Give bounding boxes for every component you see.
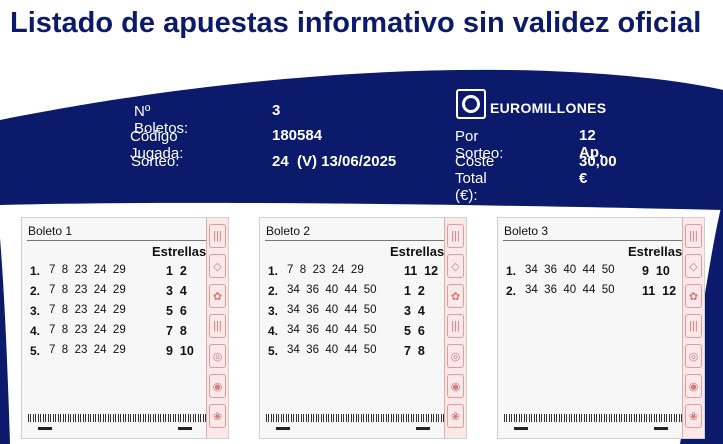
bet-stars: 9 10	[642, 264, 670, 278]
bet-number: 2.	[268, 284, 279, 298]
ticket-side-strip: ||| ◇ ✿ ||| ◎ ◉ ❀	[682, 218, 704, 438]
lines-icon: |||	[447, 224, 464, 248]
barcode-mark	[654, 427, 668, 430]
ticket-label: Boleto 2	[266, 224, 311, 238]
sorteo-label: Sorteo:	[131, 153, 180, 170]
stars-header: Estrellas	[390, 244, 445, 259]
codigo-value: 180584	[272, 127, 323, 144]
bet-stars: 11 12	[642, 284, 677, 298]
ball-icon: ◉	[447, 374, 464, 398]
bet-numbers: 7 8 23 24 29	[49, 324, 126, 336]
coste-label: Coste Total (€):	[455, 153, 495, 204]
bet-numbers: 7 8 23 24 29	[49, 264, 126, 276]
brand-name: EUROMILLONES	[490, 100, 607, 116]
clover-icon: ✿	[447, 284, 464, 308]
divider	[27, 240, 207, 241]
bet-numbers: 7 8 23 24 29	[49, 344, 126, 356]
flower-icon: ❀	[209, 404, 226, 428]
bet-stars: 1 2	[404, 284, 425, 298]
bet-number: 3.	[268, 304, 279, 318]
bet-number: 5.	[268, 344, 279, 358]
bet-number: 1.	[506, 264, 517, 278]
circle-icon: ◎	[685, 344, 702, 368]
bet-stars: 5 6	[166, 304, 187, 318]
clover-icon: ✿	[685, 284, 702, 308]
bet-number: 1.	[268, 264, 279, 278]
bet-stars: 9 10	[166, 344, 194, 358]
bet-number: 3.	[30, 304, 41, 318]
bet-numbers: 34 36 40 44 50	[287, 304, 377, 316]
bet-stars: 3 4	[404, 304, 425, 318]
ticket-side-strip: ||| ◇ ✿ ||| ◎ ◉ ❀	[444, 218, 466, 438]
barcode-mark	[38, 427, 52, 430]
bet-stars: 7 8	[166, 324, 187, 338]
cube-icon: ◇	[685, 254, 702, 278]
ticket-card: Boleto 1 Estrellas 1. 7 8 23 24 29 1 2 2. 7…	[21, 217, 229, 439]
ticket-card: Boleto 2 Estrellas 1. 7 8 23 24 29 11 12 2…	[259, 217, 467, 439]
bet-number: 2.	[506, 284, 517, 298]
flower-icon: ❀	[447, 404, 464, 428]
ticket-card: Boleto 3 Estrellas 1. 34 36 40 44 50 9 10 …	[497, 217, 705, 439]
stars-header: Estrellas	[152, 244, 207, 259]
bet-numbers: 34 36 40 44 50	[525, 284, 615, 296]
ticket-side-strip: ||| ◇ ✿ ||| ◎ ◉ ❀	[206, 218, 228, 438]
circle-icon: ◎	[447, 344, 464, 368]
lines-icon: |||	[209, 314, 226, 338]
ball-icon: ◉	[209, 374, 226, 398]
bet-number: 2.	[30, 284, 41, 298]
euromillones-brand: EUROMILLONES	[456, 88, 606, 120]
bet-stars: 7 8	[404, 344, 425, 358]
barcode-mark	[416, 427, 430, 430]
cube-icon: ◇	[447, 254, 464, 278]
barcode-mark	[514, 427, 528, 430]
euromillones-logo-icon	[456, 89, 486, 119]
boletos-value: 3	[272, 102, 281, 119]
bet-numbers: 7 8 23 24 29	[49, 304, 126, 316]
barcode	[28, 414, 206, 422]
flower-icon: ❀	[685, 404, 702, 428]
bet-number: 4.	[30, 324, 41, 338]
stars-header: Estrellas	[628, 244, 683, 259]
bet-stars: 11 12	[404, 264, 439, 278]
circle-icon: ◎	[209, 344, 226, 368]
lines-icon: |||	[685, 314, 702, 338]
barcode-mark	[276, 427, 290, 430]
bet-number: 1.	[30, 264, 41, 278]
ticket-label: Boleto 1	[28, 224, 73, 238]
bet-numbers: 34 36 40 44 50	[525, 264, 615, 276]
barcode-mark	[178, 427, 192, 430]
divider	[503, 240, 683, 241]
lines-icon: |||	[685, 224, 702, 248]
bet-numbers: 34 36 40 44 50	[287, 344, 377, 356]
barcode	[266, 414, 444, 422]
lines-icon: |||	[447, 314, 464, 338]
page-title: Listado de apuestas informativo sin vali…	[10, 7, 702, 39]
bet-numbers: 34 36 40 44 50	[287, 324, 377, 336]
bet-numbers: 34 36 40 44 50	[287, 284, 377, 296]
bet-stars: 1 2	[166, 264, 187, 278]
bet-stars: 3 4	[166, 284, 187, 298]
divider	[265, 240, 445, 241]
bet-numbers: 7 8 23 24 29	[49, 284, 126, 296]
clover-icon: ✿	[209, 284, 226, 308]
bet-number: 4.	[268, 324, 279, 338]
bet-numbers: 7 8 23 24 29	[287, 264, 364, 276]
coste-value: 30,00 €	[579, 153, 617, 187]
sorteo-value: 24 (V) 13/06/2025	[272, 153, 397, 170]
ball-icon: ◉	[685, 374, 702, 398]
bet-number: 5.	[30, 344, 41, 358]
cube-icon: ◇	[209, 254, 226, 278]
bet-stars: 5 6	[404, 324, 425, 338]
ticket-label: Boleto 3	[504, 224, 549, 238]
lines-icon: |||	[209, 224, 226, 248]
barcode	[504, 414, 682, 422]
